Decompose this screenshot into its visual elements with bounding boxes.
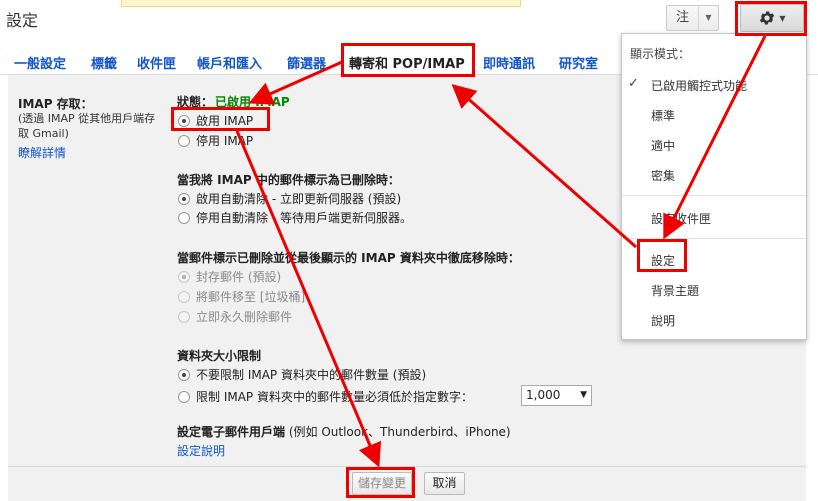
folder-limit-select[interactable]: 1,000 ▼	[521, 385, 592, 406]
auto-expunge-on-label: 啟用自動清除 - 立即更新伺服器 (預設)	[196, 192, 402, 206]
tab-forwarding-pop-imap[interactable]: 轉寄和 POP/IMAP	[349, 53, 465, 72]
expunged-messages-heading: 當郵件標示已刪除並從最後顯示的 IMAP 資料夾中徹底移除時：	[177, 251, 520, 265]
note-button-label: 注	[667, 6, 699, 30]
radio-dot	[178, 290, 190, 303]
tab-labs[interactable]: 研究室	[559, 53, 598, 72]
disable-imap-label: 停用 IMAP	[196, 134, 254, 148]
menu-item-settings[interactable]: 設定	[651, 252, 675, 269]
tab-accounts-import[interactable]: 帳戶和匯入	[197, 53, 262, 72]
move-to-trash-radio[interactable]: 將郵件移至 [垃圾桶]	[178, 288, 305, 305]
notification-bar	[121, 0, 521, 7]
menu-item-comfortable[interactable]: 標準	[651, 107, 675, 124]
imap-status: 狀態： 已啟用 IMAP	[177, 93, 290, 110]
folder-size-heading: 資料夾大小限制	[177, 349, 262, 363]
radio-dot	[178, 390, 190, 403]
radio-dot	[178, 270, 190, 283]
tab-chat[interactable]: 即時通訊	[483, 53, 535, 72]
client-config-title: 設定電子郵件用戶端	[177, 425, 286, 439]
radio-dot	[178, 134, 190, 147]
chevron-down-icon: ▼	[580, 390, 587, 400]
chevron-down-icon: ▼	[705, 13, 712, 22]
display-density-heading: 顯示模式：	[630, 47, 691, 61]
chevron-down-icon: ▼	[779, 13, 786, 23]
menu-item-help[interactable]: 說明	[651, 312, 675, 329]
settings-dropdown-menu: 顯示模式： ✓ 已啟用觸控式功能 標準 適中 密集 設定收件匣 設定 背景主題 …	[621, 33, 807, 340]
cancel-button[interactable]: 取消	[424, 472, 465, 495]
check-icon: ✓	[628, 76, 639, 91]
note-button[interactable]: 注 ▼	[666, 5, 719, 31]
menu-divider	[622, 195, 806, 196]
page-title: 設定	[6, 11, 39, 30]
radio-dot	[178, 114, 190, 127]
auto-expunge-off-radio[interactable]: 停用自動清除 - 等待用戶端更新伺服器。	[178, 209, 412, 226]
enable-imap-label: 啟用 IMAP	[196, 114, 254, 128]
tab-general[interactable]: 一般設定	[14, 53, 66, 72]
tab-inbox[interactable]: 收件匣	[137, 53, 176, 72]
menu-item-configure-inbox[interactable]: 設定收件匣	[651, 210, 711, 227]
disable-imap-radio[interactable]: 停用 IMAP	[178, 132, 253, 149]
deleted-messages-heading: 當我將 IMAP 中的郵件標示為已刪除時：	[177, 173, 400, 187]
enable-imap-radio[interactable]: 啟用 IMAP	[178, 112, 253, 129]
menu-item-touch-enabled[interactable]: 已啟用觸控式功能	[651, 77, 747, 94]
tab-filters[interactable]: 篩選器	[287, 53, 326, 72]
learn-more-link[interactable]: 瞭解詳情	[18, 144, 66, 161]
no-folder-limit-radio[interactable]: 不要限制 IMAP 資料夾中的郵件數量 (預設)	[178, 366, 426, 383]
archive-message-label: 封存郵件 (預設)	[196, 270, 282, 284]
save-changes-button[interactable]: 儲存變更	[352, 472, 412, 495]
imap-status-value: 已啟用 IMAP	[215, 95, 290, 109]
radio-dot	[178, 368, 190, 381]
delete-forever-radio[interactable]: 立即永久刪除郵件	[178, 308, 292, 325]
archive-message-radio[interactable]: 封存郵件 (預設)	[178, 268, 281, 285]
client-config-examples: (例如 Outlook、Thunderbird、iPhone)	[285, 425, 511, 439]
settings-gear-button[interactable]: ▼	[740, 4, 804, 32]
radio-dot	[178, 211, 190, 224]
tab-labels[interactable]: 標籤	[91, 53, 117, 72]
menu-item-cozy[interactable]: 適中	[651, 137, 675, 154]
menu-divider	[622, 238, 806, 239]
radio-dot	[178, 310, 190, 323]
client-config-heading: 設定電子郵件用戶端 (例如 Outlook、Thunderbird、iPhone…	[177, 423, 511, 440]
imap-section-title: IMAP 存取：	[18, 97, 93, 111]
delete-forever-label: 立即永久刪除郵件	[196, 310, 293, 324]
menu-item-themes[interactable]: 背景主題	[651, 282, 699, 299]
limit-folder-radio[interactable]: 限制 IMAP 資料夾中的郵件數量必須低於指定數字：	[178, 388, 473, 405]
limit-folder-label: 限制 IMAP 資料夾中的郵件數量必須低於指定數字：	[196, 390, 473, 404]
auto-expunge-on-radio[interactable]: 啟用自動清除 - 立即更新伺服器 (預設)	[178, 190, 401, 207]
gear-icon	[758, 9, 776, 27]
setup-instructions-link[interactable]: 設定說明	[177, 442, 225, 459]
imap-section-subtitle: (透過 IMAP 從其他用戶端存取 Gmail)	[18, 112, 156, 140]
auto-expunge-off-label: 停用自動清除 - 等待用戶端更新伺服器。	[196, 211, 412, 225]
radio-dot	[178, 192, 190, 205]
gmail-settings-page: 設定 注 ▼ ▼ 一般設定 標籤 收件匣 帳戶和匯入 篩選器 轉寄和 POP/I…	[0, 0, 818, 501]
menu-item-compact[interactable]: 密集	[651, 167, 675, 184]
folder-limit-value: 1,000	[526, 388, 561, 402]
move-to-trash-label: 將郵件移至 [垃圾桶]	[196, 290, 306, 304]
imap-status-label: 狀態：	[177, 95, 214, 109]
no-folder-limit-label: 不要限制 IMAP 資料夾中的郵件數量 (預設)	[196, 368, 427, 382]
